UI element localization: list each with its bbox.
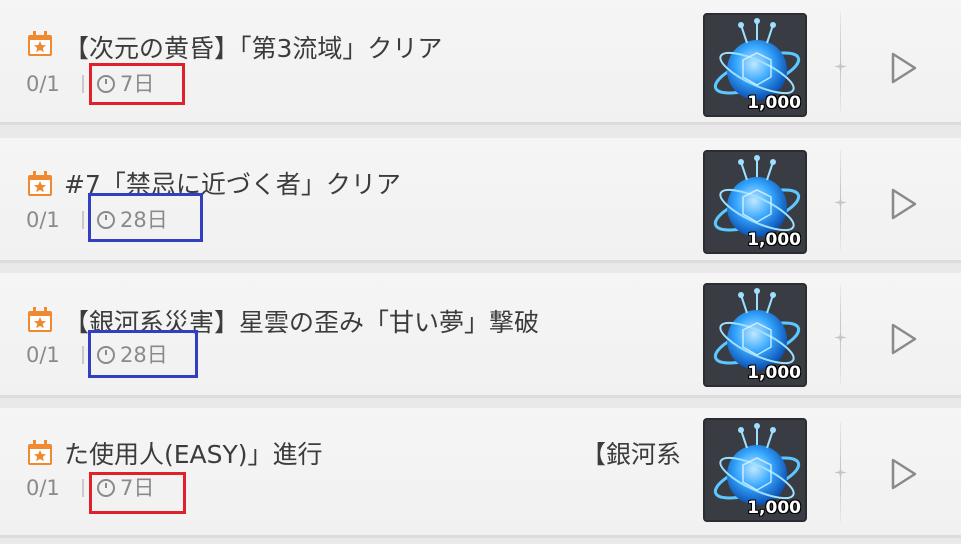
divider	[82, 211, 84, 229]
mission-progress: 0/1	[26, 208, 60, 232]
reward-item[interactable]: 1,000	[703, 283, 807, 387]
play-button[interactable]	[885, 321, 921, 357]
mission-title: た使用人(EASY)」進行	[64, 440, 323, 469]
highlight-box-red	[89, 63, 185, 105]
mission-list: 【次元の黄昏】「第3流域」クリア 0/1 7日 1,000 #7「禁忌に近づく者…	[0, 0, 961, 544]
mission-title-continued: 【銀河系	[580, 440, 681, 469]
sparkle-icon	[834, 331, 847, 344]
sparkle-icon	[834, 196, 847, 209]
play-button[interactable]	[885, 50, 921, 86]
mission-row: 【次元の黄昏】「第3流域」クリア 0/1 7日 1,000	[0, 0, 961, 125]
calendar-star-icon	[28, 440, 52, 465]
highlight-box-blue	[88, 193, 203, 242]
divider	[82, 75, 84, 93]
reward-count: 1,000	[747, 230, 801, 250]
mission-progress: 0/1	[26, 343, 60, 367]
play-button[interactable]	[885, 456, 921, 492]
reward-count: 1,000	[747, 93, 801, 113]
divider	[82, 479, 84, 497]
divider	[82, 346, 84, 364]
mission-row: た使用人(EASY)」進行 【銀河系 0/1 7日 1,000	[0, 408, 961, 538]
reward-item[interactable]: 1,000	[703, 13, 807, 117]
play-button[interactable]	[885, 186, 921, 222]
calendar-star-icon	[28, 171, 52, 196]
reward-item[interactable]: 1,000	[703, 418, 807, 522]
calendar-star-icon	[28, 307, 52, 332]
mission-row: 【銀河系災害】星雲の歪み「甘い夢」撃破 0/1 28日 1,000	[0, 273, 961, 398]
mission-title: 【次元の黄昏】「第3流域」クリア	[64, 34, 443, 63]
highlight-box-blue	[88, 330, 198, 378]
highlight-box-red	[89, 472, 186, 514]
reward-count: 1,000	[747, 498, 801, 518]
calendar-star-icon	[28, 31, 52, 56]
mission-row: #7「禁忌に近づく者」クリア 0/1 28日 1,000	[0, 138, 961, 263]
reward-count: 1,000	[747, 363, 801, 383]
reward-item[interactable]: 1,000	[703, 150, 807, 254]
sparkle-icon	[834, 466, 847, 479]
mission-progress: 0/1	[26, 72, 60, 96]
mission-progress: 0/1	[26, 476, 60, 500]
sparkle-icon	[834, 60, 847, 73]
